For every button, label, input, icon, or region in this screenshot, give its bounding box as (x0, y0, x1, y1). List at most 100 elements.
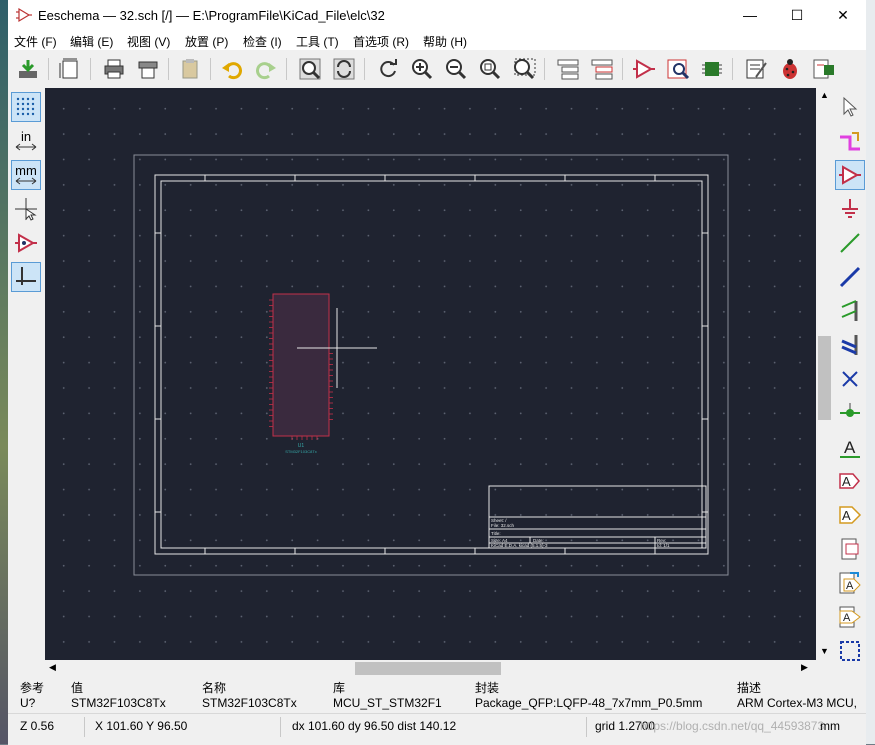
assign-footprints-button[interactable] (810, 55, 838, 83)
add-power-button[interactable] (835, 194, 865, 224)
eeschema-app-icon (16, 7, 32, 23)
menu-help[interactable]: 帮助 (H) (423, 33, 467, 50)
full-crosshair-button[interactable] (11, 194, 41, 224)
close-button[interactable]: ✕ (820, 0, 866, 30)
hidden-pins-icon (15, 233, 37, 253)
add-sheet-button[interactable] (835, 534, 865, 564)
leave-sheet-icon (591, 59, 613, 80)
zoom-out-icon (446, 59, 467, 80)
horizontal-scrollbar[interactable]: ◀ ▶ (45, 660, 816, 677)
zoom-out-button[interactable] (442, 55, 470, 83)
sheet-pin-icon: A (839, 606, 861, 628)
orthogonal-wires-button[interactable] (11, 262, 41, 292)
zoom-selection-button[interactable] (510, 55, 538, 83)
add-bus-entry-button[interactable] (835, 330, 865, 360)
zoom-selection-icon (514, 58, 536, 80)
scroll-right-arrow[interactable]: ▶ (801, 662, 808, 673)
footprint-editor-button[interactable] (698, 55, 726, 83)
add-symbol-button[interactable] (835, 160, 865, 190)
highlight-net-button[interactable] (835, 126, 865, 156)
horizontal-scroll-thumb[interactable] (355, 662, 501, 675)
menu-file[interactable]: 文件 (F) (14, 33, 57, 50)
units-inch-button[interactable]: in (11, 126, 41, 156)
right-toolbar: A A A A A (833, 88, 866, 677)
title-block-file: File: 32.sch (491, 523, 515, 528)
hierarchical-label-icon: A (839, 506, 862, 524)
add-wire-button[interactable] (835, 228, 865, 258)
find-replace-button[interactable] (330, 55, 358, 83)
menu-edit[interactable]: 编辑 (E) (70, 33, 113, 50)
erc-button[interactable] (776, 55, 804, 83)
save-button[interactable] (14, 55, 42, 83)
units-inch-label: in (20, 129, 32, 144)
find-button[interactable] (296, 55, 324, 83)
global-label-icon: A (839, 473, 860, 489)
svg-text:A: A (842, 508, 851, 523)
toolbar-separator (544, 58, 545, 80)
add-bus-button[interactable] (835, 262, 865, 292)
toolbar-separator (286, 58, 287, 80)
hierarchy-navigator-button[interactable] (554, 55, 582, 83)
add-hierarchical-label-button[interactable]: A (835, 500, 865, 530)
vertical-scrollbar[interactable]: ▲ ▼ (816, 88, 833, 660)
minimize-button[interactable]: — (727, 0, 773, 30)
junction-icon (840, 403, 860, 417)
scroll-up-arrow[interactable]: ▲ (820, 90, 829, 100)
assign-footprints-icon (813, 59, 834, 79)
zoom-in-button[interactable] (408, 55, 436, 83)
info-value-name: STM32F103C8Tx (202, 696, 297, 710)
add-symbol-icon (839, 165, 861, 185)
add-sheet-pin-button[interactable]: A (835, 602, 865, 632)
desktop-background-right (866, 0, 875, 744)
plot-button[interactable] (134, 55, 162, 83)
import-sheet-pin-button[interactable]: A (835, 568, 865, 598)
select-tool-button[interactable] (835, 92, 865, 122)
menu-tools[interactable]: 工具 (T) (296, 33, 339, 50)
scroll-left-arrow[interactable]: ◀ (49, 662, 56, 673)
units-mm-button[interactable]: mm (11, 160, 41, 190)
info-value-library: MCU_ST_STM32F1 (333, 696, 442, 710)
symbol-editor-button[interactable] (630, 55, 658, 83)
symbol-editor-icon (633, 59, 655, 79)
wire-icon (840, 233, 860, 253)
add-global-label-button[interactable]: A (835, 466, 865, 496)
refresh-button[interactable] (374, 55, 402, 83)
toolbar-separator (364, 58, 365, 80)
redo-button[interactable] (252, 55, 280, 83)
toolbar-separator (622, 58, 623, 80)
library-browser-button[interactable] (664, 55, 692, 83)
maximize-button[interactable]: ☐ (774, 0, 820, 30)
grid-toggle-button[interactable] (11, 92, 41, 122)
scroll-down-arrow[interactable]: ▼ (820, 646, 829, 656)
add-graphic-lines-button[interactable] (835, 636, 865, 666)
title-block-kicad: KiCad E.D.A. kicad (5.1.5)-3 (491, 543, 548, 548)
menu-inspect[interactable]: 检查 (I) (243, 33, 282, 50)
toolbar-separator (90, 58, 91, 80)
find-icon (299, 58, 321, 80)
component-body (272, 293, 330, 437)
no-connect-icon (842, 371, 858, 387)
schematic-canvas[interactable]: Sheet: / File: 32.sch Title: Size: A4 Da… (45, 88, 816, 660)
menu-view[interactable]: 视图 (V) (127, 33, 170, 50)
sheet-frame-inner (160, 180, 703, 549)
paste-button[interactable] (176, 55, 204, 83)
leave-sheet-button[interactable] (588, 55, 616, 83)
annotate-button[interactable] (742, 55, 770, 83)
page-settings-button[interactable] (56, 55, 84, 83)
print-button[interactable] (100, 55, 128, 83)
add-label-button[interactable]: A (835, 432, 865, 462)
menu-preferences[interactable]: 首选项 (R) (353, 33, 409, 50)
no-connect-button[interactable] (835, 364, 865, 394)
menu-place[interactable]: 放置 (P) (185, 33, 228, 50)
vertical-scroll-thumb[interactable] (818, 336, 831, 420)
undo-button[interactable] (218, 55, 246, 83)
frame-ticks (155, 175, 708, 554)
desktop-background-left (0, 0, 8, 744)
svg-text:A: A (846, 580, 854, 592)
zoom-fit-button[interactable] (476, 55, 504, 83)
bus-entry-icon (841, 335, 858, 355)
title-block (488, 485, 707, 549)
hidden-pins-button[interactable] (11, 228, 41, 258)
add-junction-button[interactable] (835, 398, 865, 428)
add-wire-entry-button[interactable] (835, 296, 865, 326)
